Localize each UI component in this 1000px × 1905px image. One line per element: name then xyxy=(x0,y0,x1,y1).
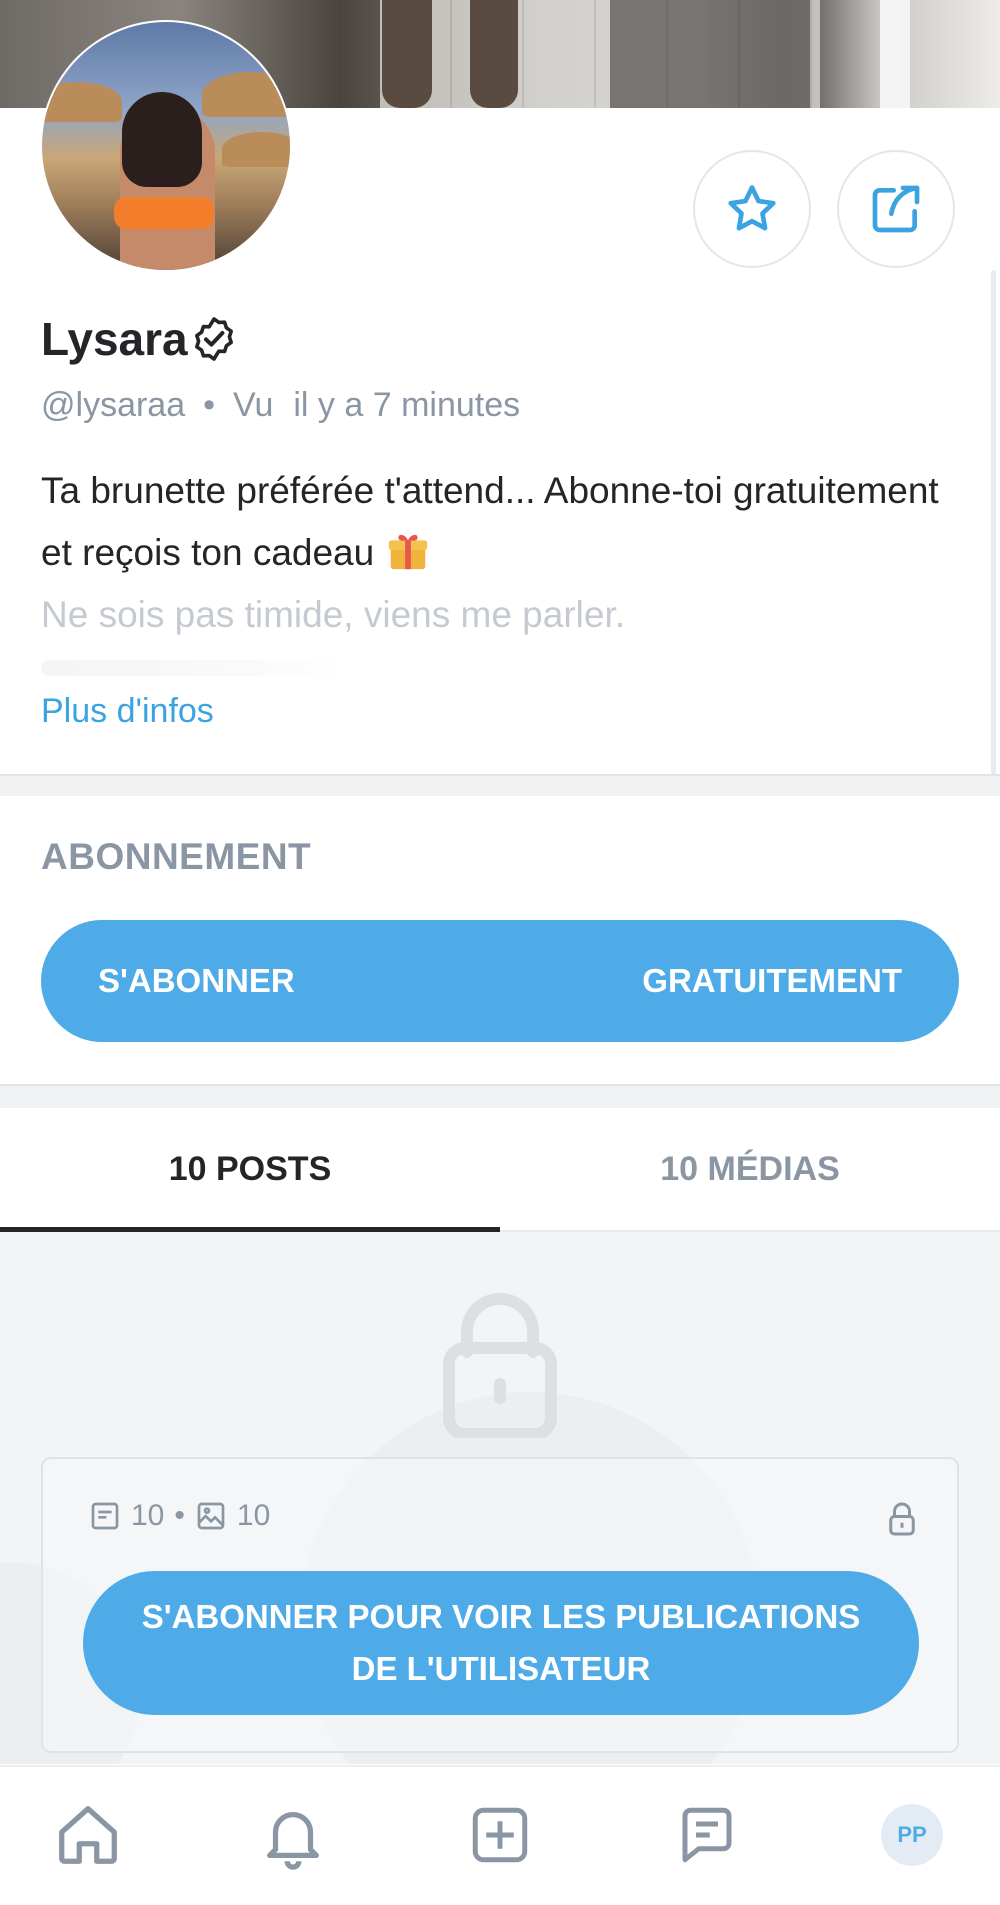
locked-posts-card: 10 • 10 S'ABONNER POUR VOIR LES PUBLICAT… xyxy=(41,1457,959,1753)
profile-avatar[interactable] xyxy=(40,20,292,272)
small-lock-icon xyxy=(889,1502,915,1536)
profile-name-row: Lysara xyxy=(41,312,238,366)
gift-emoji xyxy=(388,534,427,570)
star-icon xyxy=(728,185,776,231)
add-post-icon xyxy=(472,1807,528,1863)
posts-count: 10 xyxy=(131,1499,165,1532)
subscribe-label: S'ABONNER xyxy=(98,962,295,999)
subscribe-to-see-posts-button[interactable]: S'ABONNER POUR VOIR LES PUBLICATIONS DE … xyxy=(83,1571,919,1715)
bio-faded-text: Ne sois pas timide, viens me parler. xyxy=(41,594,626,635)
bio-fade-overlay xyxy=(41,660,341,676)
bell-icon xyxy=(267,1811,319,1870)
more-info-link[interactable]: Plus d'infos xyxy=(41,692,214,731)
share-icon xyxy=(872,185,920,233)
profile-meta: @lysaraa • Vu il y a 7 minutes xyxy=(41,386,520,425)
subscribe-free-button[interactable]: S'ABONNER GRATUITEMENT xyxy=(41,920,959,1042)
tab-medias[interactable]: 10 MÉDIAS xyxy=(500,1108,1000,1230)
last-seen: il y a 7 minutes xyxy=(293,386,521,424)
bio-text: Ta brunette préférée t'attend... Abonne-… xyxy=(41,470,939,573)
counts-separator: • xyxy=(174,1499,185,1532)
share-button[interactable] xyxy=(837,150,955,268)
home-icon xyxy=(59,1806,117,1864)
messages-icon xyxy=(682,1807,732,1863)
meta-separator: • xyxy=(203,386,216,424)
free-label: GRATUITEMENT xyxy=(642,962,902,999)
nav-profile[interactable]: PP xyxy=(872,1795,952,1875)
content-tabs: 10 POSTS 10 MÉDIAS xyxy=(0,1108,1000,1232)
verified-badge-icon xyxy=(194,317,233,361)
locked-counts: 10 • 10 xyxy=(89,1499,270,1533)
nav-messages[interactable] xyxy=(667,1795,747,1875)
profile-name: Lysara xyxy=(41,313,188,365)
section-divider xyxy=(0,1084,1000,1108)
section-divider xyxy=(0,774,1000,796)
subscription-title: ABONNEMENT xyxy=(41,836,312,877)
favorite-button[interactable] xyxy=(693,150,811,268)
post-icon xyxy=(91,1502,119,1530)
nav-add-post[interactable] xyxy=(460,1795,540,1875)
bottom-navigation: PP xyxy=(0,1765,1000,1905)
scrollbar[interactable] xyxy=(991,270,996,775)
profile-handle: @lysaraa xyxy=(41,386,186,424)
nav-home[interactable] xyxy=(48,1795,128,1875)
nav-notifications[interactable] xyxy=(253,1795,333,1875)
tab-posts[interactable]: 10 POSTS xyxy=(0,1108,500,1232)
media-count: 10 xyxy=(236,1499,271,1532)
user-avatar: PP xyxy=(881,1804,943,1866)
lock-icon xyxy=(443,1293,557,1438)
seen-label: Vu xyxy=(233,386,274,424)
profile-bio: Ta brunette préférée t'attend... Abonne-… xyxy=(41,460,971,584)
image-icon xyxy=(197,1502,225,1530)
